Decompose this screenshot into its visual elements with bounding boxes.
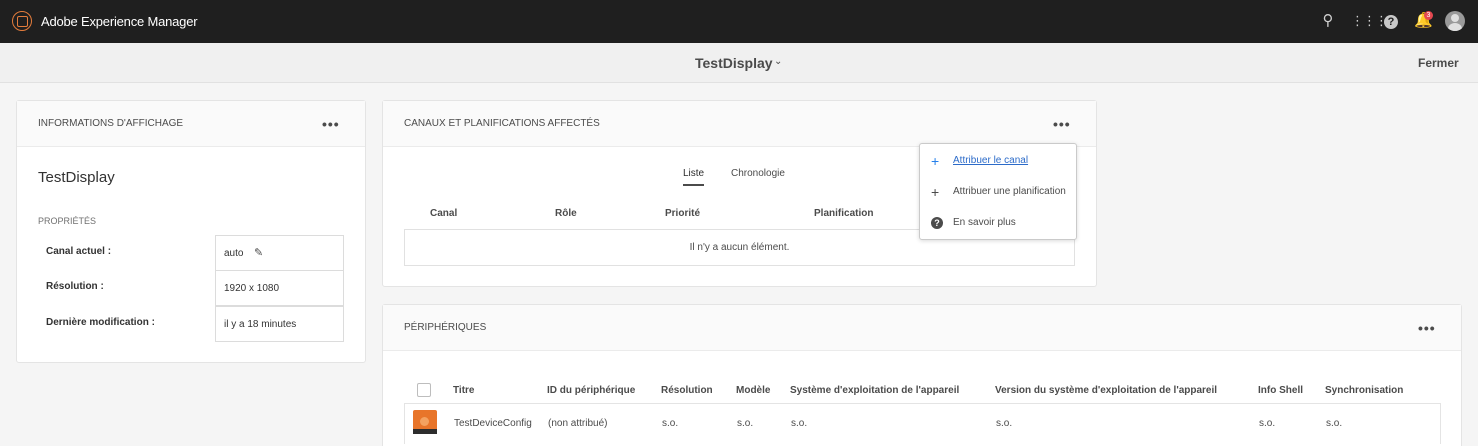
card-header: INFORMATIONS D'AFFICHAGE ••• — [17, 101, 365, 147]
tab-liste[interactable]: Liste — [683, 168, 705, 186]
column-header-os[interactable]: Système d'exploitation de l'appareil — [790, 385, 959, 396]
learn-more-item[interactable]: ? En savoir plus — [920, 212, 1076, 236]
device-id: (non attribué) — [548, 418, 608, 429]
property-key: Canal actuel : — [46, 246, 112, 257]
property-value-box: auto ✎ — [215, 235, 344, 271]
property-row-resolution: Résolution : 1920 x 1080 — [38, 270, 344, 306]
select-all-checkbox[interactable] — [417, 383, 431, 397]
more-actions-button[interactable]: ••• — [322, 116, 340, 132]
help-icon: ? — [931, 217, 943, 229]
column-header-device-id[interactable]: ID du périphérique — [547, 385, 635, 396]
avatar[interactable] — [1445, 11, 1465, 31]
aem-logo-icon[interactable] — [12, 11, 32, 31]
device-os: s.o. — [791, 418, 808, 429]
column-header-canal[interactable]: Canal — [430, 208, 457, 219]
property-value: 1920 x 1080 — [224, 283, 280, 294]
assign-channel-item[interactable]: + Attribuer le canal — [920, 150, 1076, 174]
display-info-card: INFORMATIONS D'AFFICHAGE ••• TestDisplay… — [16, 100, 366, 363]
column-header-shell-info[interactable]: Info Shell — [1258, 385, 1303, 396]
card-header: CANAUX ET PLANIFICATIONS AFFECTÉS ••• — [383, 101, 1096, 147]
device-sync: s.o. — [1326, 418, 1343, 429]
column-header-resolution[interactable]: Résolution — [661, 385, 713, 396]
card-title: CANAUX ET PLANIFICATIONS AFFECTÉS — [404, 118, 600, 129]
column-header-os-version[interactable]: Version du système d'exploitation de l'a… — [995, 385, 1217, 396]
close-button[interactable]: Fermer — [1418, 56, 1459, 70]
column-header-sync[interactable]: Synchronisation — [1325, 385, 1403, 396]
property-key: Résolution : — [46, 281, 104, 292]
display-name: TestDisplay — [38, 169, 115, 186]
empty-message: Il n'y a aucun élément. — [689, 242, 790, 253]
plus-icon: + — [931, 184, 940, 200]
search-icon[interactable]: ⚲ — [1319, 12, 1337, 30]
page-title[interactable]: TestDisplay — [695, 55, 773, 71]
more-actions-button[interactable]: ••• — [1418, 320, 1436, 336]
notification-badge: 3 — [1424, 11, 1433, 20]
help-icon[interactable]: ? — [1384, 15, 1398, 29]
column-header-role[interactable]: Rôle — [555, 208, 577, 219]
device-title[interactable]: TestDeviceConfig — [454, 418, 532, 429]
pencil-icon[interactable]: ✎ — [254, 246, 263, 259]
page-header: TestDisplay ⌄ Fermer — [0, 43, 1478, 83]
property-value-box: 1920 x 1080 — [215, 270, 344, 306]
card-header: PÉRIPHÉRIQUES ••• — [383, 305, 1461, 351]
chevron-down-icon[interactable]: ⌄ — [774, 56, 782, 67]
device-model: s.o. — [737, 418, 754, 429]
channel-actions-popover: + Attribuer le canal + Attribuer une pla… — [919, 143, 1077, 240]
table-row[interactable]: TestDeviceConfig (non attribué) s.o. s.o… — [404, 403, 1441, 444]
property-row-channel: Canal actuel : auto ✎ — [38, 235, 344, 271]
property-value-box: il y a 18 minutes — [215, 306, 344, 342]
device-resolution: s.o. — [662, 418, 679, 429]
property-value: il y a 18 minutes — [224, 319, 297, 330]
device-thumbnail — [413, 410, 437, 434]
tab-chronologie[interactable]: Chronologie — [731, 168, 785, 179]
top-nav: Adobe Experience Manager ⚲ ⋮⋮⋮ ? 🔔 3 — [0, 0, 1478, 43]
properties-heading: PROPRIÉTÉS — [38, 216, 97, 226]
property-value: auto — [224, 248, 244, 259]
device-os-version: s.o. — [996, 418, 1013, 429]
card-title: INFORMATIONS D'AFFICHAGE — [38, 118, 184, 129]
card-title: PÉRIPHÉRIQUES — [404, 322, 487, 333]
devices-card: PÉRIPHÉRIQUES ••• Titre ID du périphériq… — [382, 304, 1462, 446]
assign-schedule-item[interactable]: + Attribuer une planification — [920, 181, 1076, 205]
column-header-modele[interactable]: Modèle — [736, 385, 770, 396]
menu-item-label[interactable]: En savoir plus — [953, 217, 1016, 228]
app-title[interactable]: Adobe Experience Manager — [41, 14, 198, 29]
device-shell-info: s.o. — [1259, 418, 1276, 429]
column-header-planification[interactable]: Planification — [814, 208, 873, 219]
property-row-modified: Dernière modification : il y a 18 minute… — [38, 306, 344, 342]
column-header-titre[interactable]: Titre — [453, 385, 475, 396]
more-actions-button[interactable]: ••• — [1053, 116, 1071, 132]
column-header-priorite[interactable]: Priorité — [665, 208, 700, 219]
plus-icon: + — [931, 153, 940, 169]
apps-grid-icon[interactable]: ⋮⋮⋮ — [1351, 12, 1388, 30]
menu-item-label[interactable]: Attribuer une planification — [953, 186, 1066, 197]
menu-item-label[interactable]: Attribuer le canal — [953, 155, 1028, 166]
property-key: Dernière modification : — [46, 317, 155, 328]
